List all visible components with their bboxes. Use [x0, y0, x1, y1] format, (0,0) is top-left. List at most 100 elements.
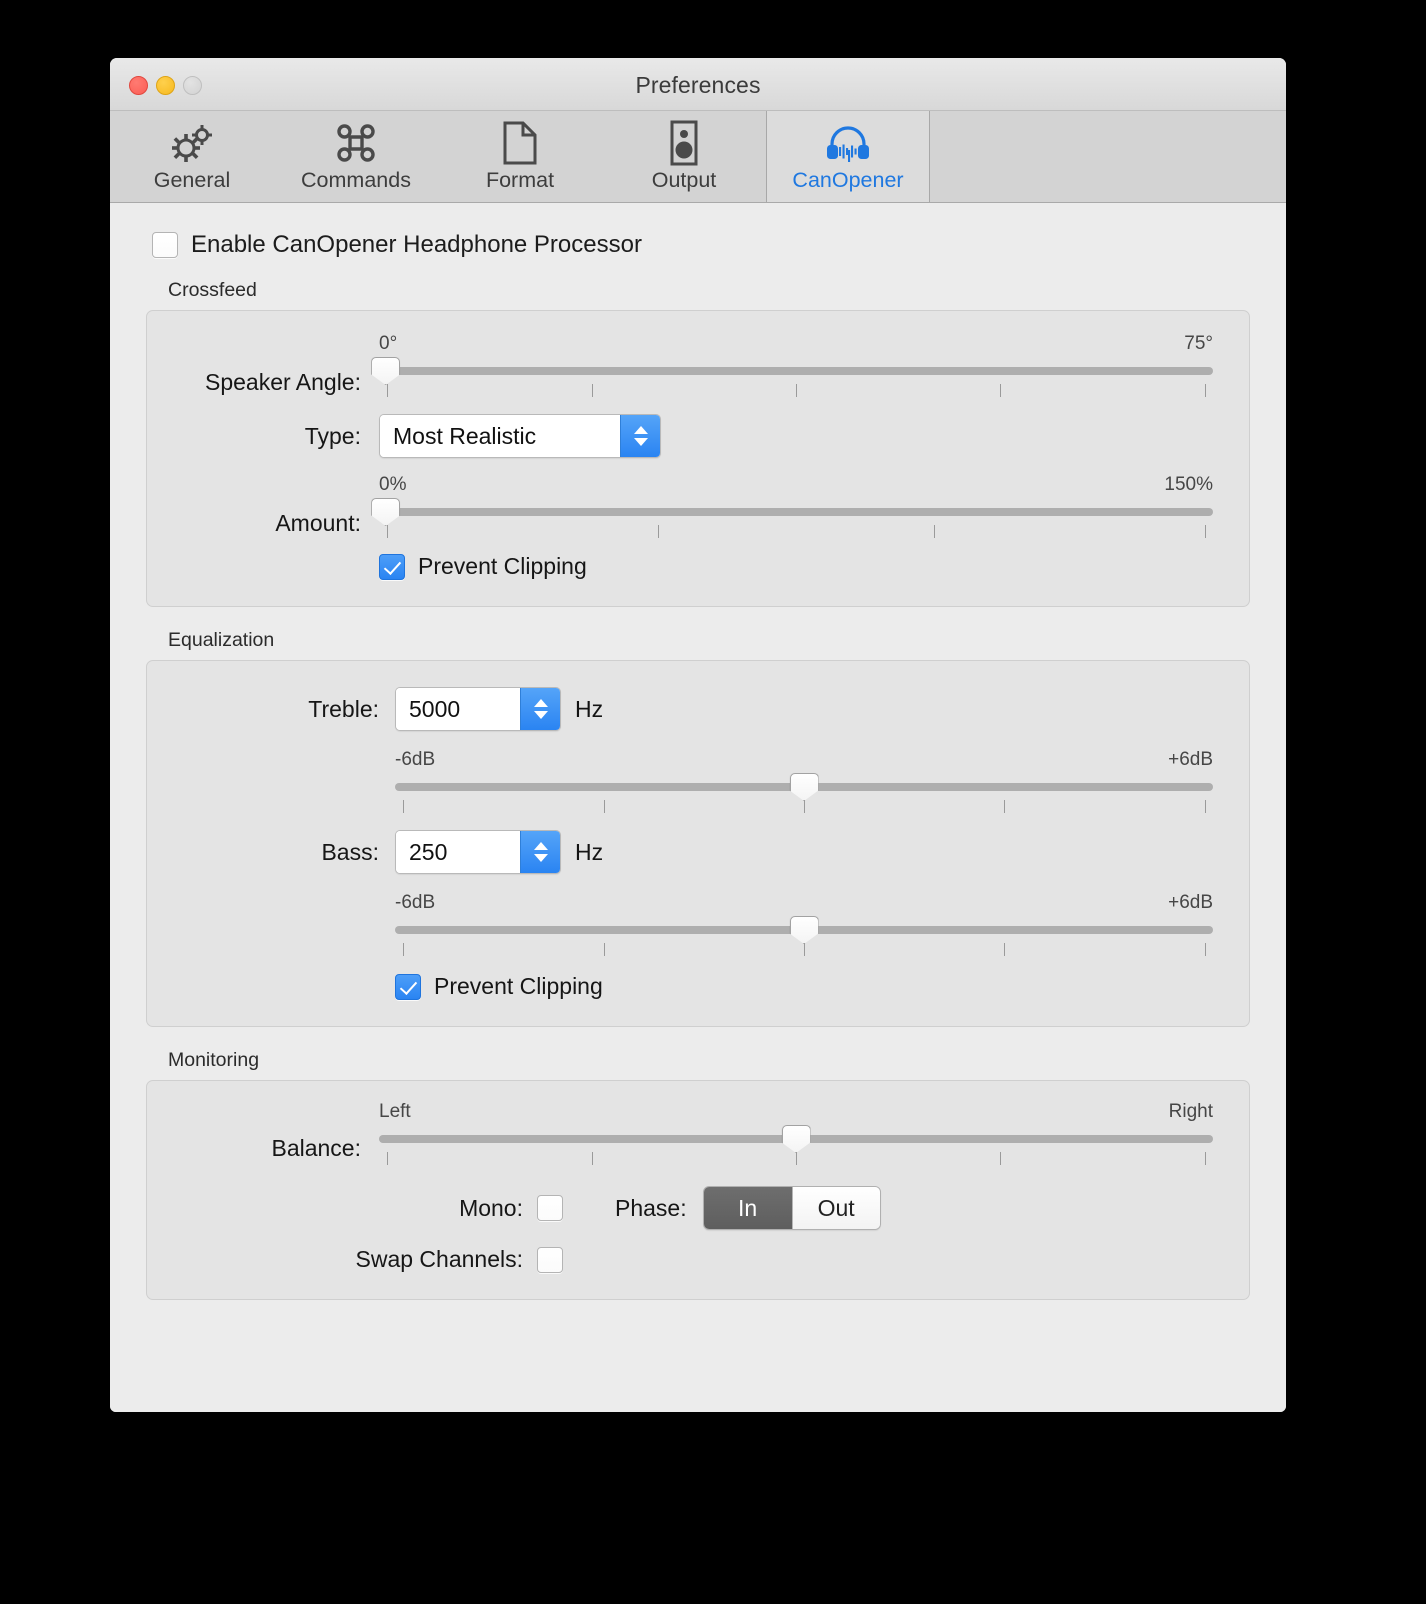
eq-prevent-clipping-label: Prevent Clipping — [434, 973, 603, 999]
command-icon — [334, 119, 378, 167]
equalization-title: Equalization — [168, 629, 275, 651]
crossfeed-type-stepper[interactable] — [620, 415, 660, 457]
mono-label: Mono: — [459, 1194, 523, 1221]
crossfeed-type-select[interactable]: Most Realistic — [379, 414, 661, 458]
speaker-angle-track[interactable] — [371, 357, 1213, 385]
crossfeed-type-row: Type: Most Realistic — [183, 414, 1213, 458]
bass-gain-track[interactable] — [395, 916, 1213, 944]
treble-row: Treble: 5000 Hz — [183, 687, 1213, 731]
bass-row: Bass: 250 Hz — [183, 830, 1213, 874]
monitoring-box: Balance: Left Right Mono: Phase: In Out … — [146, 1080, 1250, 1300]
headphones-icon — [822, 119, 874, 167]
tab-format[interactable]: Format — [438, 111, 602, 202]
amount-range: 0% 150% — [379, 474, 1213, 496]
bass-gain-max: +6dB — [1168, 892, 1213, 913]
bass-gain-ticks — [395, 943, 1213, 959]
tab-canopener[interactable]: CanOpener — [766, 111, 930, 202]
crossfeed-prevent-clipping-checkbox[interactable] — [379, 553, 405, 580]
chevron-down-icon[interactable] — [533, 854, 548, 862]
crossfeed-prevent-clipping-row[interactable]: Prevent Clipping — [379, 553, 1213, 580]
enable-canopener-checkbox[interactable] — [152, 232, 178, 258]
amount-min: 0% — [379, 474, 407, 495]
balance-slider[interactable]: Left Right — [379, 1101, 1213, 1168]
swap-channels-row: Swap Channels: — [183, 1246, 1213, 1273]
crossfeed-title: Crossfeed — [168, 279, 257, 301]
document-icon — [501, 119, 539, 167]
swap-channels-label: Swap Channels: — [355, 1246, 524, 1272]
bass-gain-thumb[interactable] — [789, 916, 819, 944]
treble-gain-ticks — [395, 800, 1213, 816]
amount-track[interactable] — [371, 498, 1213, 526]
balance-min: Left — [379, 1101, 411, 1122]
speaker-icon — [667, 119, 701, 167]
toolbar-filler — [930, 111, 1286, 202]
balance-thumb[interactable] — [781, 1125, 811, 1153]
chevron-up-icon[interactable] — [533, 699, 548, 707]
phase-option-in[interactable]: In — [703, 1187, 792, 1229]
canopener-pane: Enable CanOpener Headphone Processor Cro… — [110, 203, 1286, 1412]
amount-row: Amount: 0% 150% — [183, 474, 1213, 541]
bass-gain-slider[interactable]: -6dB +6dB — [395, 892, 1213, 959]
phase-segmented-control[interactable]: In Out — [702, 1186, 881, 1230]
eq-prevent-clipping-row[interactable]: Prevent Clipping — [395, 973, 1213, 1000]
crossfeed-section: Crossfeed Speaker Angle: 0° 75° Type: Mo… — [146, 279, 1250, 607]
speaker-angle-thumb[interactable] — [371, 357, 401, 385]
bass-label: Bass: — [321, 838, 379, 865]
treble-gain-thumb[interactable] — [789, 773, 819, 801]
gears-icon — [168, 119, 216, 167]
treble-gain-slider[interactable]: -6dB +6dB — [395, 749, 1213, 816]
chevron-down-icon[interactable] — [633, 438, 648, 446]
bass-stepper[interactable] — [520, 831, 560, 873]
bass-unit: Hz — [575, 838, 604, 865]
mono-phase-row: Mono: Phase: In Out — [183, 1186, 1213, 1230]
preferences-toolbar: General Commands Format Output CanOpener — [110, 111, 1286, 203]
crossfeed-type-label: Type: — [304, 422, 361, 449]
chevron-down-icon[interactable] — [533, 711, 548, 719]
tab-general-label: General — [153, 168, 231, 192]
amount-thumb[interactable] — [371, 498, 401, 526]
speaker-angle-max: 75° — [1184, 333, 1213, 354]
bass-gain-range: -6dB +6dB — [395, 892, 1213, 914]
bass-input[interactable]: 250 — [395, 830, 561, 874]
chevron-up-icon[interactable] — [633, 426, 648, 434]
balance-track[interactable] — [379, 1125, 1213, 1153]
treble-label: Treble: — [308, 695, 379, 722]
bass-gain-min: -6dB — [395, 892, 436, 913]
speaker-angle-min: 0° — [379, 333, 398, 354]
chevron-up-icon[interactable] — [533, 842, 548, 850]
balance-row: Balance: Left Right — [183, 1101, 1213, 1168]
enable-canopener-label: Enable CanOpener Headphone Processor — [191, 231, 642, 258]
monitoring-section: Monitoring Balance: Left Right Mono: Pha… — [146, 1049, 1250, 1300]
treble-gain-min: -6dB — [395, 749, 436, 770]
treble-stepper[interactable] — [520, 688, 560, 730]
balance-label: Balance: — [271, 1135, 361, 1161]
swap-channels-checkbox[interactable] — [537, 1246, 563, 1273]
tab-canopener-label: CanOpener — [792, 168, 904, 192]
tab-format-label: Format — [485, 168, 555, 192]
treble-value: 5000 — [396, 688, 520, 730]
eq-prevent-clipping-checkbox[interactable] — [395, 973, 421, 1000]
tab-general[interactable]: General — [110, 111, 274, 202]
treble-gain-track[interactable] — [395, 773, 1213, 801]
speaker-angle-label: Speaker Angle: — [204, 369, 361, 395]
treble-unit: Hz — [575, 695, 604, 722]
title-bar: Preferences — [110, 58, 1286, 111]
amount-slider[interactable]: 0% 150% — [371, 474, 1213, 541]
treble-gain-range: -6dB +6dB — [395, 749, 1213, 771]
speaker-angle-ticks — [379, 384, 1213, 400]
crossfeed-type-value: Most Realistic — [380, 415, 620, 457]
amount-max: 150% — [1164, 474, 1213, 495]
enable-canopener-row[interactable]: Enable CanOpener Headphone Processor — [152, 231, 1250, 259]
treble-input[interactable]: 5000 — [395, 687, 561, 731]
crossfeed-box: Speaker Angle: 0° 75° Type: Most Realist… — [146, 310, 1250, 607]
equalization-section: Equalization Treble: 5000 Hz -6dB +6dB B… — [146, 629, 1250, 1027]
amount-ticks — [379, 525, 1213, 541]
phase-option-out[interactable]: Out — [791, 1187, 880, 1229]
phase-label: Phase: — [615, 1194, 687, 1221]
speaker-angle-slider[interactable]: 0° 75° — [371, 333, 1213, 400]
equalization-box: Treble: 5000 Hz -6dB +6dB Bass: 250 Hz -… — [146, 660, 1250, 1027]
tab-output[interactable]: Output — [602, 111, 766, 202]
tab-commands[interactable]: Commands — [274, 111, 438, 202]
window-title: Preferences — [635, 72, 761, 98]
mono-checkbox[interactable] — [537, 1195, 563, 1221]
